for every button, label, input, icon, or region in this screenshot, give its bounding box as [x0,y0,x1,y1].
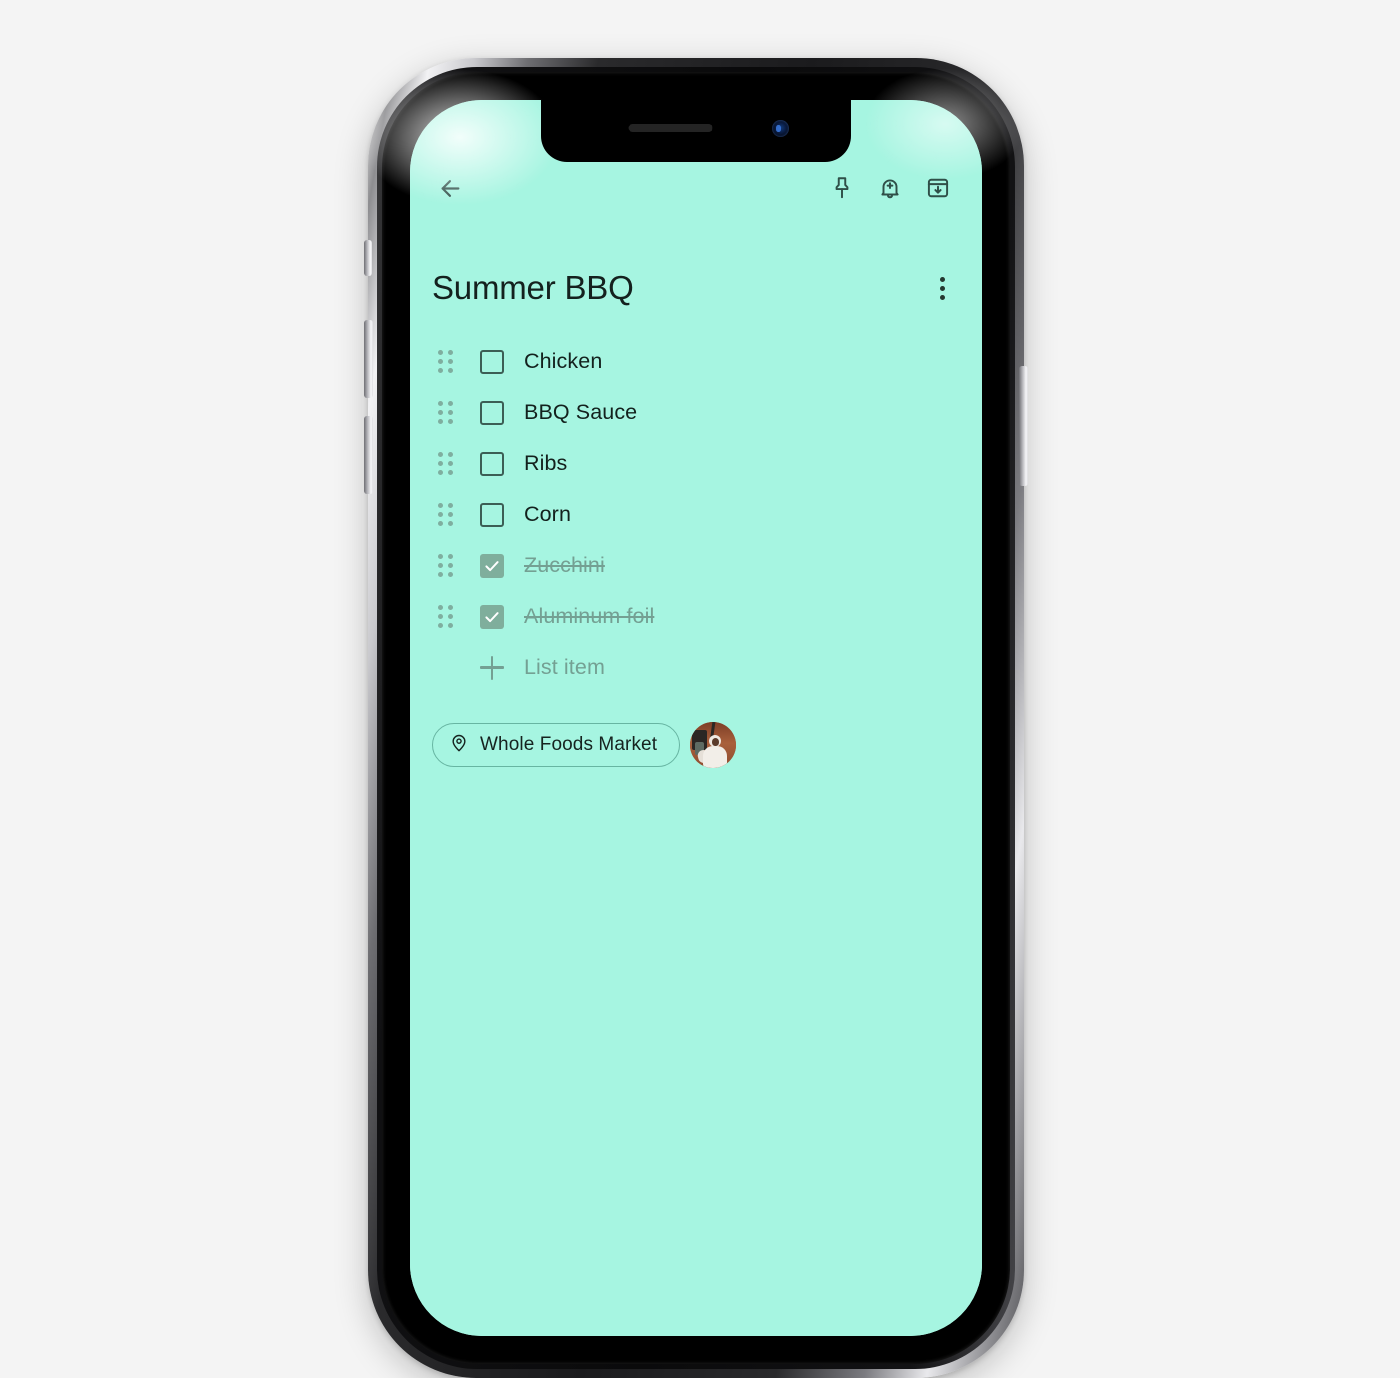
location-pin-icon [449,733,469,758]
bell-plus-icon [877,175,903,201]
checkbox-unchecked[interactable] [480,451,504,476]
list-item-label[interactable]: Ribs [524,451,567,476]
archive-button[interactable] [914,164,962,212]
drag-handle-icon[interactable] [432,401,458,424]
volume-up-button[interactable] [364,320,373,398]
phone-screen: Summer BBQ Chicken BBQ Sauce Ribs Corn Z… [410,100,982,1336]
pin-icon [829,175,855,201]
avatar-body [703,746,728,768]
page-title[interactable]: Summer BBQ [432,269,634,306]
earpiece-speaker-icon [628,124,713,132]
note-footer: Whole Foods Market [432,722,737,768]
drag-handle-icon[interactable] [432,350,458,373]
archive-icon [925,175,951,201]
list-item-label[interactable]: BBQ Sauce [524,400,637,425]
volume-down-button[interactable] [364,416,373,494]
display-notch [541,100,851,162]
list-item[interactable]: Ribs [410,438,982,489]
phone-device: Summer BBQ Chicken BBQ Sauce Ribs Corn Z… [364,58,1028,1378]
drag-handle-icon[interactable] [432,503,458,526]
add-list-item-row[interactable]: List item [410,642,982,693]
list-item-label[interactable]: Aluminum foil [524,604,654,629]
reminder-button[interactable] [866,164,914,212]
list-item[interactable]: Chicken [410,336,982,387]
checklist: Chicken BBQ Sauce Ribs Corn Zucchini Alu… [410,336,982,693]
checkbox-unchecked[interactable] [480,502,504,527]
arrow-back-icon [437,175,464,202]
avatar-face [712,738,720,746]
checkbox-checked[interactable] [480,604,504,629]
drag-handle-icon[interactable] [432,605,458,628]
list-item-label[interactable]: Chicken [524,349,602,374]
keep-note-screen: Summer BBQ Chicken BBQ Sauce Ribs Corn Z… [410,100,982,1336]
back-button[interactable] [426,164,474,212]
list-item-label[interactable]: Zucchini [524,553,605,578]
drag-handle-icon[interactable] [432,452,458,475]
checkbox-unchecked[interactable] [480,349,504,374]
drag-handle-icon[interactable] [432,554,458,577]
power-button[interactable] [1019,366,1028,486]
list-item[interactable]: BBQ Sauce [410,387,982,438]
mute-switch-button[interactable] [364,240,372,276]
overflow-menu-button[interactable] [920,266,964,310]
note-title-row: Summer BBQ [410,260,982,316]
list-item[interactable]: Aluminum foil [410,591,982,642]
checkbox-unchecked[interactable] [480,400,504,425]
check-icon [485,560,499,571]
location-label-text: Whole Foods Market [480,734,658,755]
location-label-chip[interactable]: Whole Foods Market [432,723,681,767]
app-bar [410,160,982,216]
add-list-item-label[interactable]: List item [524,655,605,680]
front-camera-icon [772,120,789,137]
list-item[interactable]: Corn [410,489,982,540]
collaborator-avatar[interactable] [690,722,737,768]
plus-icon[interactable] [480,655,504,680]
list-item-label[interactable]: Corn [524,502,571,527]
check-icon [485,611,499,622]
list-item[interactable]: Zucchini [410,540,982,591]
pin-button[interactable] [818,164,866,212]
more-vert-icon [939,276,945,300]
checkbox-checked[interactable] [480,553,504,578]
